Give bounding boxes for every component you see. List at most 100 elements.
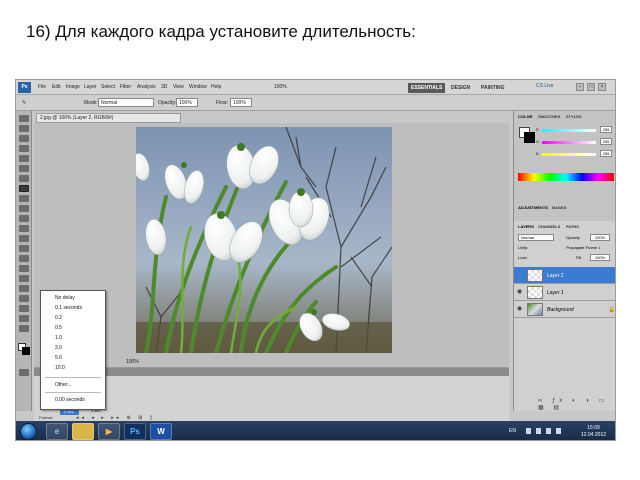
delay-option-0-1[interactable]: 0.1 seconds: [55, 305, 82, 311]
color-spectrum[interactable]: [518, 173, 614, 181]
tab-layers[interactable]: LAYERS: [518, 224, 534, 229]
maximize-icon[interactable]: □: [587, 83, 595, 91]
fill-field[interactable]: 100%: [590, 254, 610, 261]
tab-masks[interactable]: MASKS: [552, 205, 566, 210]
dodge-tool-icon[interactable]: [19, 245, 29, 252]
menu-file[interactable]: File: [38, 84, 46, 90]
delay-option-other[interactable]: Other...: [55, 382, 71, 388]
3d-camera-tool-icon[interactable]: [19, 305, 29, 312]
cs-live-button[interactable]: CS Live: [536, 83, 554, 89]
marquee-tool-icon[interactable]: [19, 125, 29, 132]
eye-icon[interactable]: [517, 272, 523, 278]
workspace-painting[interactable]: PAINTING: [478, 83, 508, 93]
word-icon[interactable]: W: [150, 423, 172, 440]
zoom-tool-icon[interactable]: [19, 325, 29, 332]
language-indicator[interactable]: EN: [509, 428, 516, 434]
pen-tool-icon[interactable]: [19, 255, 29, 262]
delay-option-10-0[interactable]: 10.0: [55, 365, 65, 371]
quick-mask-icon[interactable]: [19, 369, 29, 376]
tray-icon[interactable]: [526, 428, 531, 434]
delay-option-0-5[interactable]: 0.5: [55, 325, 62, 331]
start-button-icon[interactable]: [20, 423, 37, 440]
menu-help[interactable]: Help: [211, 84, 221, 90]
volume-icon[interactable]: [546, 428, 551, 434]
g-slider[interactable]: [542, 141, 596, 144]
clock[interactable]: 15:09 12.04.2012: [581, 425, 606, 439]
tab-adjustments[interactable]: ADJUSTMENTS: [518, 205, 548, 210]
g-value[interactable]: 255: [600, 138, 612, 145]
menu-filter[interactable]: Filter: [120, 84, 131, 90]
shape-tool-icon[interactable]: [19, 285, 29, 292]
tab-color[interactable]: COLOR: [518, 114, 532, 119]
history-brush-tool-icon[interactable]: [19, 205, 29, 212]
media-player-icon[interactable]: ▶: [98, 423, 120, 440]
quick-select-tool-icon[interactable]: [19, 145, 29, 152]
delay-option-1-0[interactable]: 1.0: [55, 335, 62, 341]
layer-name[interactable]: Layer 1: [547, 290, 564, 296]
explorer-icon[interactable]: [72, 423, 94, 440]
delay-option-2-0[interactable]: 2.0: [55, 345, 62, 351]
lasso-tool-icon[interactable]: [19, 135, 29, 142]
layer-name[interactable]: Background: [547, 307, 574, 313]
opacity-field[interactable]: 100%: [176, 98, 198, 107]
delay-option-5-0[interactable]: 5.0: [55, 355, 62, 361]
close-icon[interactable]: ×: [598, 83, 606, 91]
network-icon[interactable]: [536, 428, 541, 434]
layers-footer-icons[interactable]: ∞ ƒx ◐ ◑ ▭ ▦ ▤: [538, 397, 615, 411]
eraser-tool-icon[interactable]: [19, 215, 29, 222]
type-tool-icon[interactable]: [19, 265, 29, 272]
layers-opacity-field[interactable]: 100%: [590, 234, 610, 241]
healing-tool-icon[interactable]: [19, 175, 29, 182]
mode-select[interactable]: Normal: [98, 98, 154, 107]
b-value[interactable]: 255: [600, 150, 612, 157]
delay-option-no-delay[interactable]: No delay: [55, 295, 75, 301]
gradient-tool-icon[interactable]: [19, 225, 29, 232]
minimize-icon[interactable]: –: [576, 83, 584, 91]
layer-row-layer-2[interactable]: Layer 2: [514, 267, 615, 284]
blend-mode-select[interactable]: Normal: [518, 234, 554, 241]
workspace-design[interactable]: DESIGN: [448, 83, 473, 93]
b-slider[interactable]: [542, 153, 596, 156]
move-tool-icon[interactable]: [19, 115, 29, 122]
brush-tool-icon[interactable]: [19, 185, 29, 192]
bg-color-swatch[interactable]: [524, 132, 535, 143]
workspace-essentials[interactable]: ESSENTIALS: [408, 83, 446, 93]
menu-view[interactable]: View: [173, 84, 184, 90]
layer-row-layer-1[interactable]: ◉ Layer 1: [514, 284, 615, 301]
eyedropper-tool-icon[interactable]: [19, 165, 29, 172]
eye-icon[interactable]: ◉: [517, 289, 523, 295]
propagate-frame-checkbox[interactable]: Propagate Frame 1: [566, 245, 600, 250]
stamp-tool-icon[interactable]: [19, 195, 29, 202]
tab-styles[interactable]: STYLES: [566, 114, 582, 119]
brush-icon[interactable]: ✎: [22, 100, 26, 106]
blur-tool-icon[interactable]: [19, 235, 29, 242]
flag-icon[interactable]: [556, 428, 561, 434]
menu-layer[interactable]: Layer: [84, 84, 97, 90]
delay-option-0-2[interactable]: 0.2: [55, 315, 62, 321]
menu-select[interactable]: Select: [101, 84, 115, 90]
hand-tool-icon[interactable]: [19, 315, 29, 322]
layer-row-background[interactable]: ◉ Background 🔒: [514, 301, 615, 318]
photoshop-icon[interactable]: Ps: [124, 423, 146, 440]
tab-paths[interactable]: PATHS: [566, 224, 579, 229]
tab-channels[interactable]: CHANNELS: [538, 224, 560, 229]
ie-icon[interactable]: e: [46, 423, 68, 440]
r-slider[interactable]: [542, 129, 596, 132]
menu-window[interactable]: Window: [189, 84, 207, 90]
layer-name[interactable]: Layer 2: [547, 273, 564, 279]
menu-image[interactable]: Image: [66, 84, 80, 90]
r-value[interactable]: 255: [600, 126, 612, 133]
menu-3d[interactable]: 3D: [161, 84, 167, 90]
3d-rotate-tool-icon[interactable]: [19, 295, 29, 302]
loop-select[interactable]: Forever: [39, 415, 53, 420]
path-select-tool-icon[interactable]: [19, 275, 29, 282]
flow-field[interactable]: 100%: [230, 98, 252, 107]
crop-tool-icon[interactable]: [19, 155, 29, 162]
background-color-swatch[interactable]: [22, 347, 30, 355]
zoom-level[interactable]: 100%: [274, 84, 287, 90]
document-tab[interactable]: 2.jpg @ 100% (Layer 2, RGB/8#): [36, 113, 181, 123]
tab-swatches[interactable]: SWATCHES: [538, 114, 560, 119]
menu-analysis[interactable]: Analysis: [137, 84, 156, 90]
eye-icon[interactable]: ◉: [517, 306, 523, 312]
menu-edit[interactable]: Edit: [52, 84, 61, 90]
